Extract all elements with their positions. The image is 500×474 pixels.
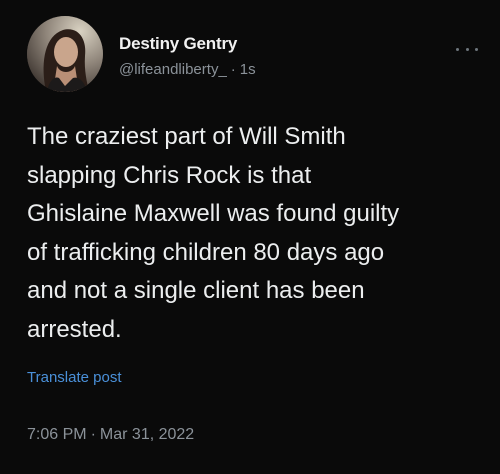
tweet-timestamp: 7:06 PM · Mar 31, 2022 xyxy=(27,426,194,444)
tweet-date[interactable]: Mar 31, 2022 xyxy=(100,426,194,443)
author-handle[interactable]: @lifeandliberty_ xyxy=(119,61,227,78)
more-dot xyxy=(465,47,469,51)
more-options-icon[interactable] xyxy=(456,44,478,54)
tweet-card: Destiny Gentry @lifeandliberty_ · 1s The c… xyxy=(0,0,500,474)
author-display-name[interactable]: Destiny Gentry xyxy=(119,34,237,54)
tweet-text-line: arrested. xyxy=(27,315,122,343)
tweet-text-line: The craziest part of Will Smith xyxy=(27,123,346,150)
relative-time[interactable]: 1s xyxy=(240,61,256,78)
profile-avatar[interactable] xyxy=(27,16,103,92)
more-dot xyxy=(475,47,478,51)
tweet-text-line: slapping Chris Rock is that xyxy=(27,161,312,189)
tweet-time[interactable]: 7:06 PM xyxy=(27,426,87,443)
tweet-text: The craziest part of Will Smith slapping… xyxy=(27,118,482,349)
tweet-text-line: of trafficking children 80 days ago xyxy=(27,238,385,266)
translate-post-link[interactable]: Translate post xyxy=(27,369,122,386)
tweet-text-line: Ghislaine Maxwell was found guilty xyxy=(27,200,400,227)
more-dot xyxy=(456,47,459,51)
author-meta: @lifeandliberty_ · 1s xyxy=(119,61,256,78)
tweet-text-line: and not a single client has been xyxy=(27,277,365,304)
meta-separator: · xyxy=(230,61,236,78)
avatar-image xyxy=(27,16,103,92)
timestamp-separator: · xyxy=(90,426,96,443)
